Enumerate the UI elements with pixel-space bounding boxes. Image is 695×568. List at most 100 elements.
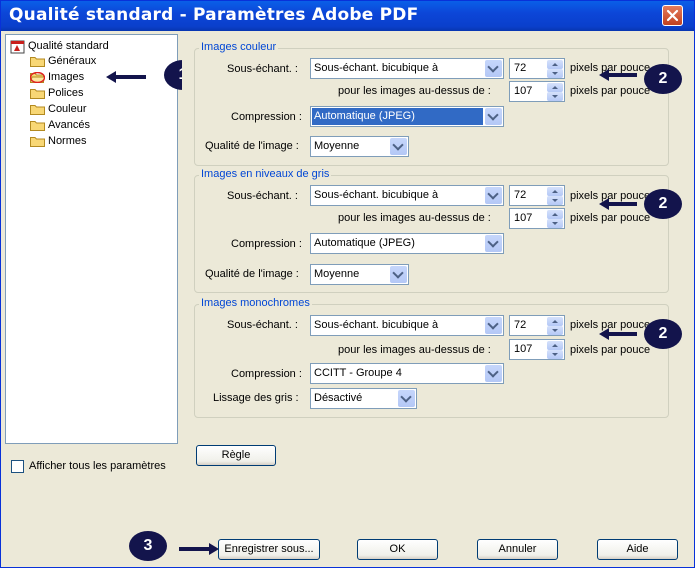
color-group-title: Images couleur xyxy=(199,41,279,53)
mono-resolution-spinner[interactable]: 72 xyxy=(509,315,565,336)
mono-above-spinner[interactable]: 107 xyxy=(509,339,565,360)
spin-up-icon[interactable] xyxy=(547,60,563,69)
ok-button[interactable]: OK xyxy=(357,539,438,560)
spin-up-icon[interactable] xyxy=(547,317,563,326)
spin-down-icon[interactable] xyxy=(547,92,563,101)
callout-arrow-3 xyxy=(179,543,219,555)
folder-open-icon xyxy=(30,72,45,83)
chevron-down-icon[interactable] xyxy=(390,138,407,155)
select-value: Désactivé xyxy=(314,392,363,404)
select-value: Moyenne xyxy=(314,268,360,280)
chevron-down-icon[interactable] xyxy=(485,235,502,252)
title-bar[interactable]: Qualité standard - Paramètres Adobe PDF xyxy=(1,1,694,31)
folder-icon xyxy=(30,121,45,131)
gray-group-title: Images en niveaux de gris xyxy=(199,168,332,180)
gray-compression-select[interactable]: Automatique (JPEG) xyxy=(310,233,504,254)
window-title: Qualité standard - Paramètres Adobe PDF xyxy=(9,5,419,25)
color-quality-label: Qualité de l'image : xyxy=(205,140,299,152)
mono-smoothing-select[interactable]: Désactivé xyxy=(310,388,417,409)
close-icon xyxy=(666,9,679,22)
spin-down-icon[interactable] xyxy=(547,326,563,335)
mono-downsample-select[interactable]: Sous-échant. bicubique à xyxy=(310,315,504,336)
pdf-settings-icon xyxy=(10,40,25,54)
cancel-button[interactable]: Annuler xyxy=(477,539,558,560)
mono-smoothing-label: Lissage des gris : xyxy=(213,392,299,404)
gray-downsample-select[interactable]: Sous-échant. bicubique à xyxy=(310,185,504,206)
tree-root-label: Qualité standard xyxy=(28,40,109,52)
callout-badge-2: 2 xyxy=(644,64,682,94)
spinner-value: 107 xyxy=(514,343,533,355)
spin-down-icon[interactable] xyxy=(547,219,563,228)
callout-badge-2: 2 xyxy=(644,319,682,349)
select-value: Sous-échant. bicubique à xyxy=(314,319,439,331)
callout-arrow-1 xyxy=(106,71,146,83)
tree-item-label: Généraux xyxy=(48,55,97,67)
folder-icon xyxy=(30,105,45,115)
color-quality-select[interactable]: Moyenne xyxy=(310,136,409,157)
mono-compression-select[interactable]: CCITT - Groupe 4 xyxy=(310,363,504,384)
select-value: Sous-échant. bicubique à xyxy=(314,189,439,201)
select-value: Automatique (JPEG) xyxy=(312,108,483,125)
callout-badge-3: 3 xyxy=(129,531,167,561)
gray-quality-select[interactable]: Moyenne xyxy=(310,264,409,285)
color-above-spinner[interactable]: 107 xyxy=(509,81,565,102)
show-all-checkbox[interactable] xyxy=(11,460,24,473)
color-downsample-label: Sous-échant. : xyxy=(227,63,298,75)
spinner-value: 107 xyxy=(514,212,533,224)
chevron-down-icon[interactable] xyxy=(485,108,502,125)
gray-above-unit: pixels par pouce xyxy=(570,212,651,224)
tree-item-label: Polices xyxy=(48,87,84,99)
select-value: CCITT - Groupe 4 xyxy=(314,367,402,379)
color-above-unit: pixels par pouce xyxy=(570,85,651,97)
select-value: Sous-échant. bicubique à xyxy=(314,62,439,74)
tree-item-label: Normes xyxy=(48,135,87,147)
folder-icon xyxy=(30,57,45,67)
gray-above-label: pour les images au-dessus de : xyxy=(338,212,491,224)
color-downsample-select[interactable]: Sous-échant. bicubique à xyxy=(310,58,504,79)
mono-downsample-label: Sous-échant. : xyxy=(227,319,298,331)
save-as-button[interactable]: Enregistrer sous... xyxy=(218,539,320,560)
close-button[interactable] xyxy=(662,5,683,26)
settings-tree[interactable]: Qualité standard Généraux Images Polices… xyxy=(5,34,178,444)
gray-above-spinner[interactable]: 107 xyxy=(509,208,565,229)
gray-resolution-spinner[interactable]: 72 xyxy=(509,185,565,206)
chevron-down-icon[interactable] xyxy=(485,365,502,382)
chevron-down-icon[interactable] xyxy=(390,266,407,283)
chevron-down-icon[interactable] xyxy=(485,187,502,204)
chevron-down-icon[interactable] xyxy=(485,60,502,77)
color-compression-select[interactable]: Automatique (JPEG) xyxy=(310,106,504,127)
callout-arrow-2 xyxy=(599,198,637,210)
gray-quality-label: Qualité de l'image : xyxy=(205,268,299,280)
show-all-label: Afficher tous les paramètres xyxy=(29,460,166,472)
mono-group-title: Images monochromes xyxy=(199,297,312,309)
help-button[interactable]: Aide xyxy=(597,539,678,560)
mono-compression-label: Compression : xyxy=(231,368,302,380)
select-value: Moyenne xyxy=(314,140,360,152)
spin-up-icon[interactable] xyxy=(547,83,563,92)
spin-down-icon[interactable] xyxy=(547,350,563,359)
spin-up-icon[interactable] xyxy=(547,341,563,350)
tree-item-label: Images xyxy=(48,71,85,83)
spinner-value: 72 xyxy=(514,62,527,74)
dialog-window: Qualité standard - Paramètres Adobe PDF … xyxy=(0,0,695,568)
mono-above-unit: pixels par pouce xyxy=(570,344,651,356)
select-value: Automatique (JPEG) xyxy=(314,237,415,249)
spin-up-icon[interactable] xyxy=(547,210,563,219)
chevron-down-icon[interactable] xyxy=(398,390,415,407)
spin-down-icon[interactable] xyxy=(547,69,563,78)
tree-item-label: Couleur xyxy=(48,103,87,115)
folder-icon xyxy=(30,137,45,147)
callout-arrow-2 xyxy=(599,328,637,340)
gray-compression-label: Compression : xyxy=(231,238,302,250)
callout-arrow-2 xyxy=(599,69,637,81)
spinner-value: 72 xyxy=(514,189,527,201)
chevron-down-icon[interactable] xyxy=(485,317,502,334)
spin-up-icon[interactable] xyxy=(547,187,563,196)
spinner-value: 107 xyxy=(514,85,533,97)
spin-down-icon[interactable] xyxy=(547,196,563,205)
color-above-label: pour les images au-dessus de : xyxy=(338,85,491,97)
tree-item-label: Avancés xyxy=(48,119,90,131)
color-resolution-spinner[interactable]: 72 xyxy=(509,58,565,79)
rule-button[interactable]: Règle xyxy=(196,445,276,466)
color-compression-label: Compression : xyxy=(231,111,302,123)
